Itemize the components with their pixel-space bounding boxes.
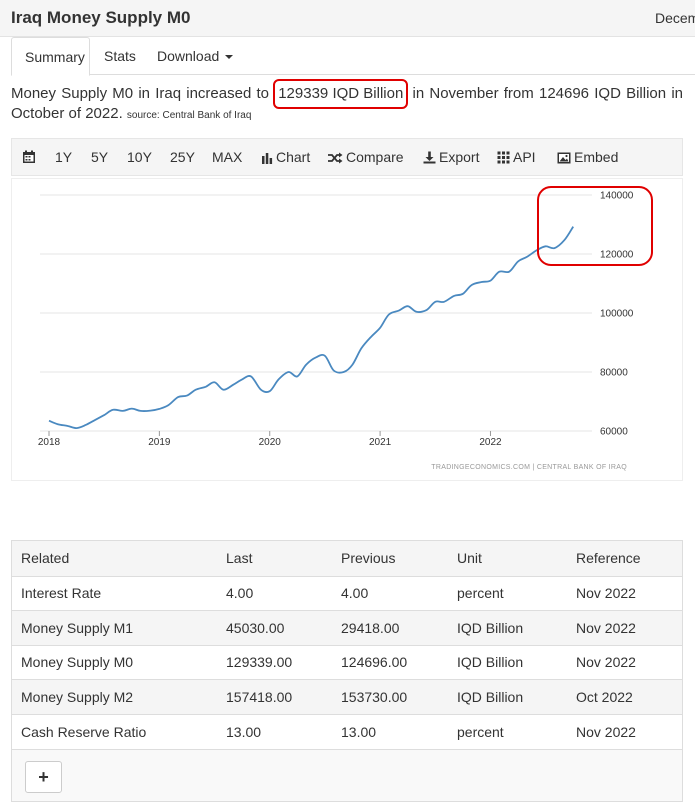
- table-row: Money Supply M1 45030.00 29418.00 IQD Bi…: [12, 610, 682, 645]
- cell-unit: IQD Billion: [448, 644, 567, 680]
- tab-summary[interactable]: Summary: [11, 37, 90, 76]
- related-link[interactable]: Money Supply M1: [12, 610, 217, 645]
- cell-reference: Nov 2022: [567, 713, 682, 749]
- header-date-text: December: [655, 10, 695, 26]
- related-link[interactable]: Money Supply M2: [12, 679, 217, 714]
- range-max-button[interactable]: MAX: [212, 139, 242, 175]
- table-header-row: Related Last Previous Unit Reference: [12, 541, 682, 576]
- compare-label: Compare: [346, 149, 404, 165]
- api-label: API: [513, 149, 536, 165]
- table-row: Money Supply M2 157418.00 153730.00 IQD …: [12, 679, 682, 714]
- add-series-button[interactable]: +: [25, 760, 62, 793]
- summary-highlight-value: 129339 IQD Billion: [273, 79, 409, 109]
- tab-stats-label: Stats: [104, 48, 136, 64]
- table-row: Interest Rate 4.00 4.00 percent Nov 2022: [12, 575, 682, 611]
- related-link[interactable]: Cash Reserve Ratio: [12, 713, 217, 749]
- range-5y-button[interactable]: 5Y: [91, 139, 108, 175]
- api-button[interactable]: API: [497, 139, 536, 175]
- column-header-unit: Unit: [448, 541, 567, 576]
- highlight-circle-annotation: [537, 186, 653, 266]
- cell-previous: 4.00: [332, 575, 448, 611]
- header-bar: Iraq Money Supply M0 December: [0, 0, 695, 37]
- chart-watermark: TRADINGECONOMICS.COM | CENTRAL BANK OF I…: [431, 464, 627, 471]
- cell-reference: Nov 2022: [567, 610, 682, 645]
- tab-summary-label: Summary: [25, 49, 85, 65]
- compare-button[interactable]: Compare: [328, 139, 404, 175]
- x-tick-label: 2022: [479, 437, 502, 448]
- cell-last: 45030.00: [217, 610, 332, 645]
- series-line-money-supply-m0: [48, 226, 574, 429]
- export-label: Export: [439, 149, 480, 165]
- tab-stats[interactable]: Stats: [104, 37, 136, 75]
- cell-previous: 124696.00: [332, 644, 448, 680]
- calendar-button[interactable]: [22, 139, 39, 175]
- chart-type-label: Chart: [276, 149, 311, 165]
- shuffle-icon: [328, 152, 343, 164]
- x-tick-label: 2018: [38, 437, 61, 448]
- x-tick-label: 2020: [259, 437, 282, 448]
- column-header-reference: Reference: [567, 541, 682, 576]
- download-icon: [423, 151, 436, 164]
- y-axis-ticks: 140000 120000 100000 80000 60000: [600, 191, 634, 438]
- summary-source: source: Central Bank of Iraq: [126, 110, 252, 121]
- cell-unit: percent: [448, 575, 567, 611]
- table-row: Cash Reserve Ratio 13.00 13.00 percent N…: [12, 713, 682, 749]
- range-25y-button[interactable]: 25Y: [170, 139, 195, 175]
- column-header-last: Last: [217, 541, 332, 576]
- cell-unit: IQD Billion: [448, 679, 567, 714]
- chart-grid: [40, 194, 592, 432]
- x-tick-label: 2021: [369, 437, 392, 448]
- cell-previous: 153730.00: [332, 679, 448, 714]
- column-header-related: Related: [12, 541, 217, 576]
- chart-toolbar: 1Y 5Y 10Y 25Y MAX Chart Compare Export A…: [11, 138, 683, 176]
- cell-previous: 13.00: [332, 713, 448, 749]
- range-10y-button[interactable]: 10Y: [127, 139, 152, 175]
- image-icon: [557, 152, 571, 164]
- bar-chart-icon: [262, 153, 273, 164]
- column-header-previous: Previous: [332, 541, 448, 576]
- caret-down-icon: [225, 55, 234, 60]
- table-row: Money Supply M0 129339.00 124696.00 IQD …: [12, 644, 682, 680]
- page-title: Iraq Money Supply M0: [11, 8, 191, 27]
- cell-unit: IQD Billion: [448, 610, 567, 645]
- cell-last: 4.00: [217, 575, 332, 611]
- summary-text: Money Supply M0 in Iraq increased to 129…: [11, 79, 683, 126]
- y-tick-label: 60000: [600, 427, 628, 438]
- y-tick-label: 120000: [600, 250, 634, 261]
- cell-reference: Nov 2022: [567, 575, 682, 611]
- related-link[interactable]: Money Supply M0: [12, 644, 217, 680]
- line-chart: 140000 120000 100000 80000 60000 2018 2019 202…: [38, 186, 653, 471]
- cell-last: 129339.00: [217, 644, 332, 680]
- tab-download-label: Download: [157, 48, 220, 64]
- cell-reference: Oct 2022: [567, 679, 682, 714]
- table-footer: +: [12, 748, 682, 801]
- y-tick-label: 100000: [600, 309, 634, 320]
- related-table: Related Last Previous Unit Reference Int…: [11, 540, 683, 802]
- x-tick-label: 2019: [148, 437, 171, 448]
- summary-before: Money Supply M0 in Iraq increased to: [11, 85, 275, 102]
- calendar-icon: [23, 150, 35, 163]
- tab-download[interactable]: Download: [157, 37, 234, 75]
- embed-button[interactable]: Embed: [557, 139, 618, 175]
- related-link[interactable]: Interest Rate: [12, 575, 217, 611]
- embed-label: Embed: [574, 149, 619, 165]
- cell-reference: Nov 2022: [567, 644, 682, 680]
- cell-previous: 29418.00: [332, 610, 448, 645]
- y-tick-label: 80000: [600, 368, 628, 379]
- cell-last: 157418.00: [217, 679, 332, 714]
- chart-type-button[interactable]: Chart: [261, 139, 310, 175]
- export-button[interactable]: Export: [423, 139, 479, 175]
- cell-last: 13.00: [217, 713, 332, 749]
- range-1y-button[interactable]: 1Y: [55, 139, 72, 175]
- cell-unit: percent: [448, 713, 567, 749]
- x-axis-ticks: 2018 2019 2020 2021 2022: [38, 431, 502, 448]
- tab-bar: Summary Stats Download: [11, 37, 695, 76]
- grid-icon: [497, 151, 510, 164]
- chart-panel: 140000 120000 100000 80000 60000 2018 2019 202…: [11, 178, 683, 481]
- y-tick-label: 140000: [600, 191, 634, 202]
